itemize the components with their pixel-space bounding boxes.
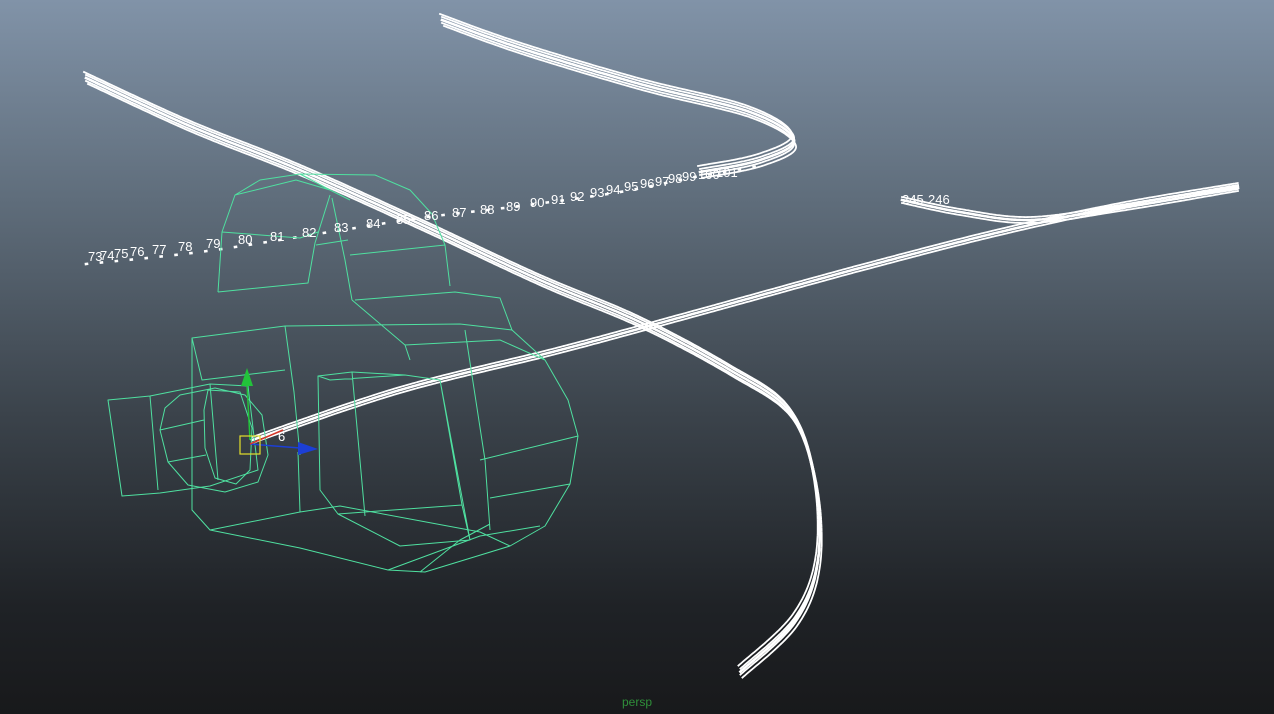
motion-trail-top-strand: [440, 21, 796, 177]
manipulator-z-axis[interactable]: [249, 443, 301, 449]
motion-trail-top-strand: [442, 24, 798, 180]
motion-trail-long-strand: [82, 70, 819, 668]
manipulator-z-arrow[interactable]: [298, 442, 318, 455]
motion-trail-top-strand: [438, 12, 794, 168]
rig-side-box[interactable]: [317, 371, 471, 547]
manipulator-y-arrow[interactable]: [241, 368, 253, 386]
camera-name-label: persp: [621, 695, 653, 709]
motion-trail-diagonal-strand: [250, 187, 1240, 445]
rig-lens-ring[interactable]: [159, 387, 269, 493]
motion-trail-right-strand: [900, 183, 1240, 219]
camera-rig-wireframe[interactable]: [107, 173, 579, 573]
motion-trail-upper-arc: [84, 164, 762, 266]
perspective-viewport[interactable]: 73 74 75 76 77 78 79 80 81 82 83 84 85 86 87 88 89 90 91 92…: [0, 0, 1274, 714]
motion-trail-upper-arc-strand: [84, 164, 762, 266]
motion-trails: [82, 12, 1240, 680]
rig-handle-top[interactable]: [217, 173, 451, 301]
scene-canvas[interactable]: [0, 0, 1274, 714]
motion-trail-right-strand: [900, 186, 1240, 222]
motion-trail-diagonal-strand: [250, 184, 1240, 442]
motion-trail-top: [438, 12, 798, 180]
